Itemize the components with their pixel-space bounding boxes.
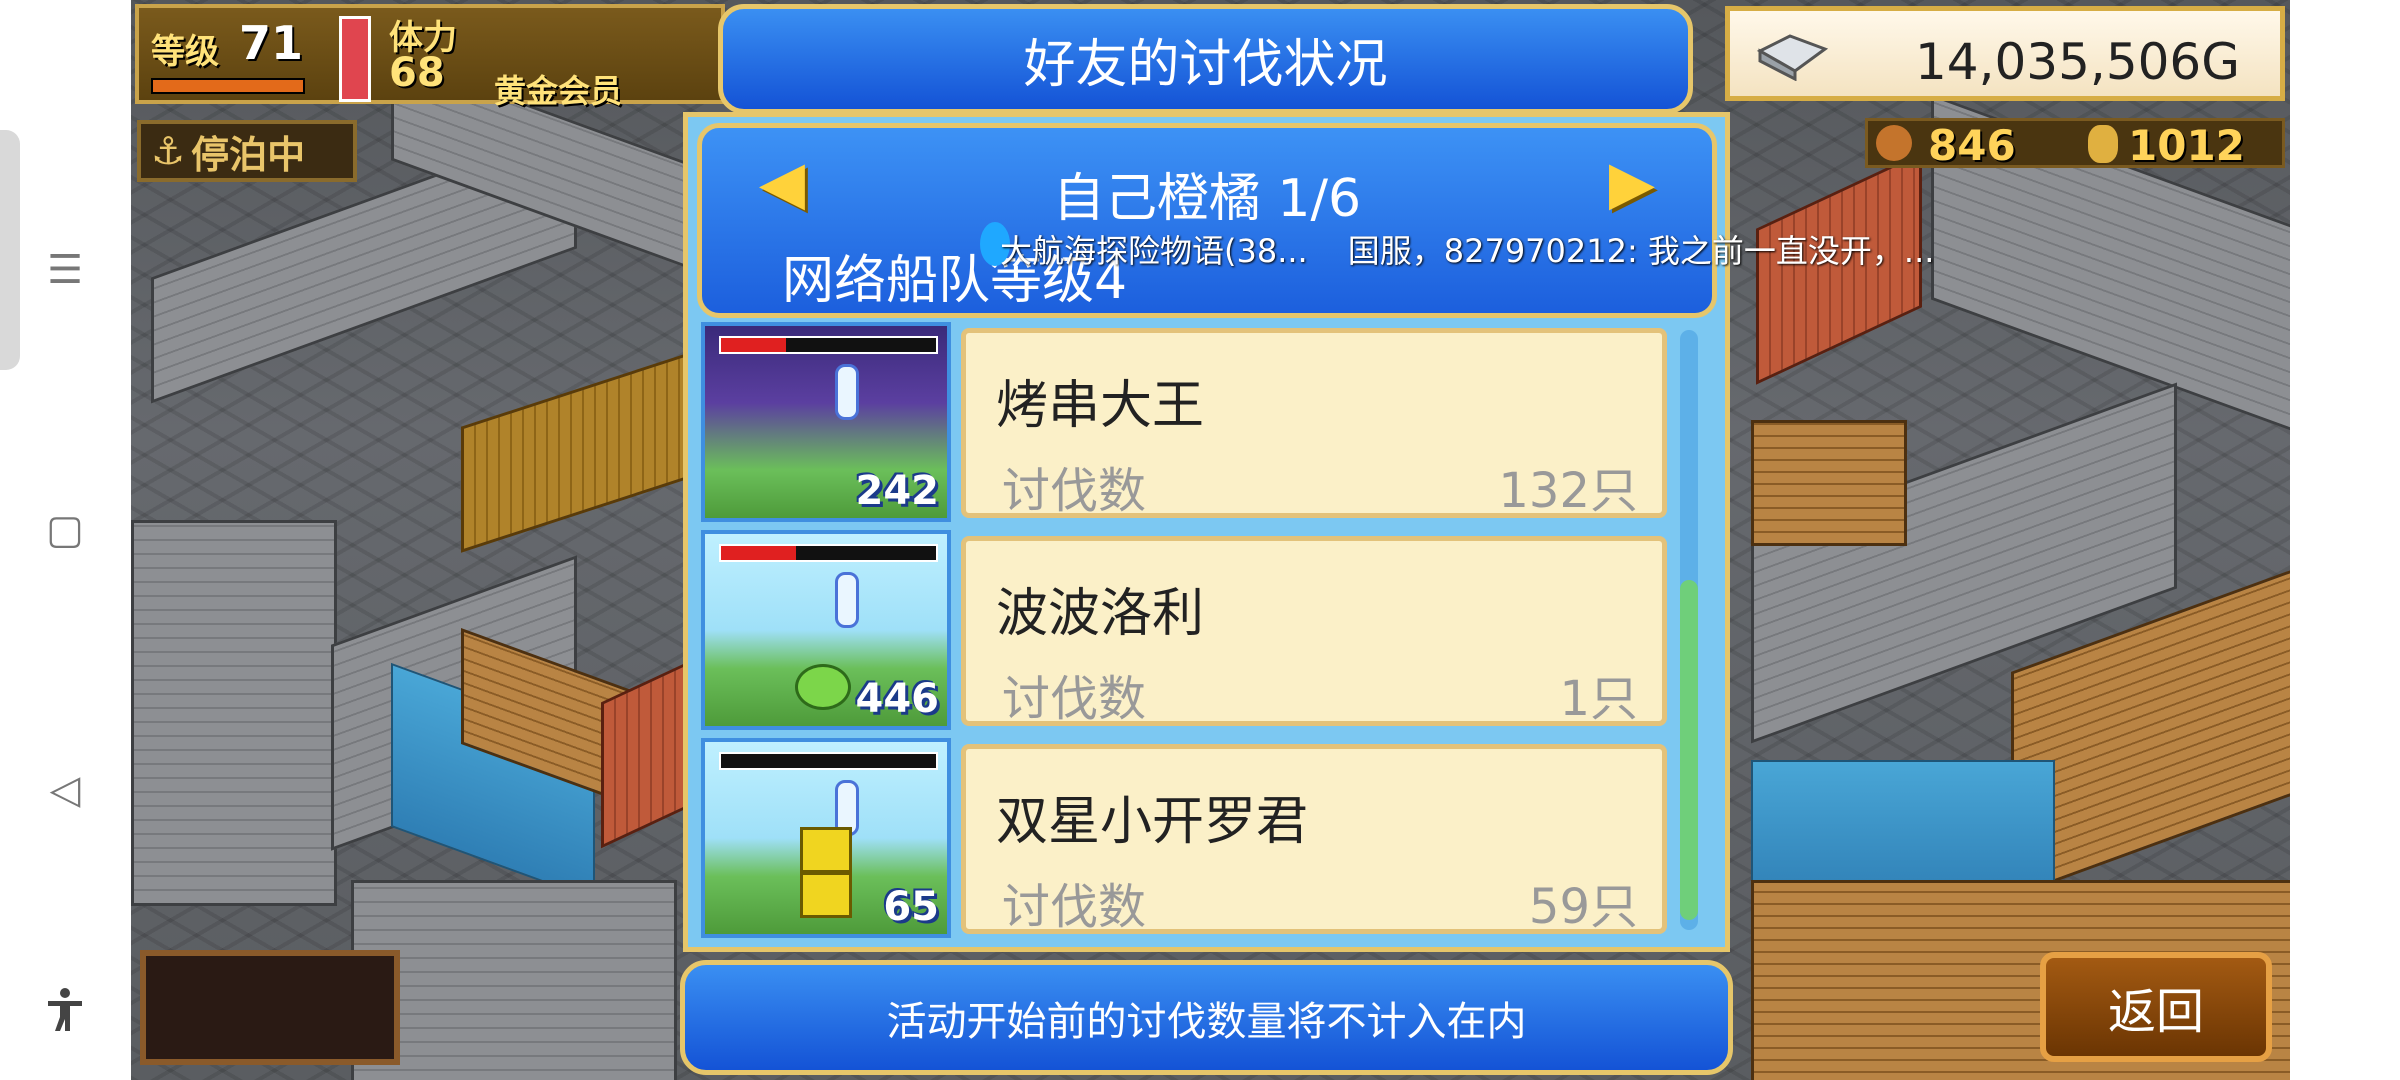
system-nav-bar: ☰ ▢ ◁ xyxy=(0,0,131,1080)
medal-icon xyxy=(2088,125,2118,163)
chat-overlay[interactable]: 大航海探险物语(38... 国服，827970212: 我之前一直没开，... xyxy=(1000,226,1934,272)
hp-fill xyxy=(721,546,797,560)
slime-sprite xyxy=(795,664,851,710)
enemy-level: 65 xyxy=(883,884,939,930)
enemy-name: 波波洛利 xyxy=(996,584,1205,644)
stamina-gauge xyxy=(339,16,371,102)
kill-label: 讨伐数 xyxy=(1002,879,1147,935)
twin-sprite xyxy=(800,827,852,873)
gold-amount: 14,035,506G xyxy=(1914,33,2240,91)
player-name: 自己橙橘 1/6 xyxy=(1052,169,1362,229)
exp-bar xyxy=(151,78,305,94)
alert-icon xyxy=(835,364,859,420)
dialog-title-banner: 好友的讨伐状况 xyxy=(718,4,1693,114)
accessibility-icon-glyph xyxy=(48,988,82,1031)
wooden-house xyxy=(1751,420,1907,546)
chat-line: 国服，827970212: 我之前一直没开，... xyxy=(1347,232,1935,270)
hp-bar xyxy=(719,752,938,770)
anchor-status-label: 停泊中 xyxy=(191,132,306,177)
enemy-card: 双星小开罗君 讨伐数 59只 xyxy=(961,744,1667,935)
dialog-title: 好友的讨伐状况 xyxy=(1023,34,1388,95)
list-scrollbar[interactable] xyxy=(1680,330,1698,930)
resource-bar: 846 1012 xyxy=(1865,118,2285,170)
kill-count: 59只 xyxy=(1528,879,1638,935)
stamina-value: 68 xyxy=(389,50,445,96)
alert-icon xyxy=(835,572,859,628)
enemy-name: 双星小开罗君 xyxy=(996,792,1309,852)
hp-fill xyxy=(721,338,786,352)
screen-margin xyxy=(2290,0,2400,1080)
accessibility-icon[interactable] xyxy=(40,985,90,1035)
enemy-list[interactable]: 242 烤串大王 讨伐数 132只 446 波波洛利 讨伐数 1只 65 双星小… xyxy=(697,322,1697,952)
food-icon xyxy=(1876,125,1912,161)
enemy-level: 242 xyxy=(855,468,940,514)
kill-count: 132只 xyxy=(1498,463,1638,519)
enemy-name: 烤串大王 xyxy=(996,376,1205,436)
hp-bar xyxy=(719,544,938,562)
kill-label: 讨伐数 xyxy=(1002,671,1147,727)
scrollbar-thumb[interactable] xyxy=(1680,580,1698,920)
back-icon[interactable]: ◁ xyxy=(40,765,90,815)
silver-ingot-icon xyxy=(1756,34,1829,81)
level-label: 等级 xyxy=(151,32,219,72)
house-roof xyxy=(461,353,687,553)
home-icon[interactable]: ▢ xyxy=(40,505,90,555)
enemy-level: 446 xyxy=(855,676,940,722)
hp-bar xyxy=(719,336,938,354)
list-item[interactable]: 242 烤串大王 讨伐数 132只 xyxy=(697,322,1697,522)
enemy-portrait: 242 xyxy=(701,322,951,522)
twin-sprite xyxy=(800,872,852,918)
level-value: 71 xyxy=(239,16,304,70)
back-button[interactable]: 返回 xyxy=(2040,952,2272,1062)
enemy-card: 烤串大王 讨伐数 132只 xyxy=(961,328,1667,519)
list-item[interactable]: 446 波波洛利 讨伐数 1只 xyxy=(697,530,1697,730)
food-count: 846 xyxy=(1928,121,2016,170)
empty-slot xyxy=(140,950,400,1065)
anchor-icon: ⚓ xyxy=(151,129,186,173)
menu-icon[interactable]: ☰ xyxy=(40,245,90,295)
kill-count: 1只 xyxy=(1559,671,1638,727)
tower-wall xyxy=(131,520,337,906)
footer-note-banner: 活动开始前的讨伐数量将不计入在内 xyxy=(680,960,1733,1075)
member-badge: 黄金会员 xyxy=(494,72,623,110)
enemy-card: 波波洛利 讨伐数 1只 xyxy=(961,536,1667,727)
medal-count: 1012 xyxy=(2128,121,2245,170)
enemy-portrait: 65 xyxy=(701,738,951,938)
player-header: ◀ ▶ 自己橙橘 1/6 网络船队等级4 xyxy=(697,123,1717,318)
chat-line: 大航海探险物语(38... xyxy=(1000,232,1308,270)
player-status-hud: 等级 71 体力 68 黄金会员 xyxy=(135,4,725,110)
side-panel-handle[interactable] xyxy=(0,130,20,370)
gold-display: 14,035,506G xyxy=(1725,6,2285,101)
list-item[interactable]: 65 双星小开罗君 讨伐数 59只 xyxy=(697,738,1697,938)
footer-note: 活动开始前的讨伐数量将不计入在内 xyxy=(886,998,1527,1045)
kill-label: 讨伐数 xyxy=(1002,463,1147,519)
enemy-portrait: 446 xyxy=(701,530,951,730)
anchor-status[interactable]: ⚓ 停泊中 xyxy=(137,120,357,182)
